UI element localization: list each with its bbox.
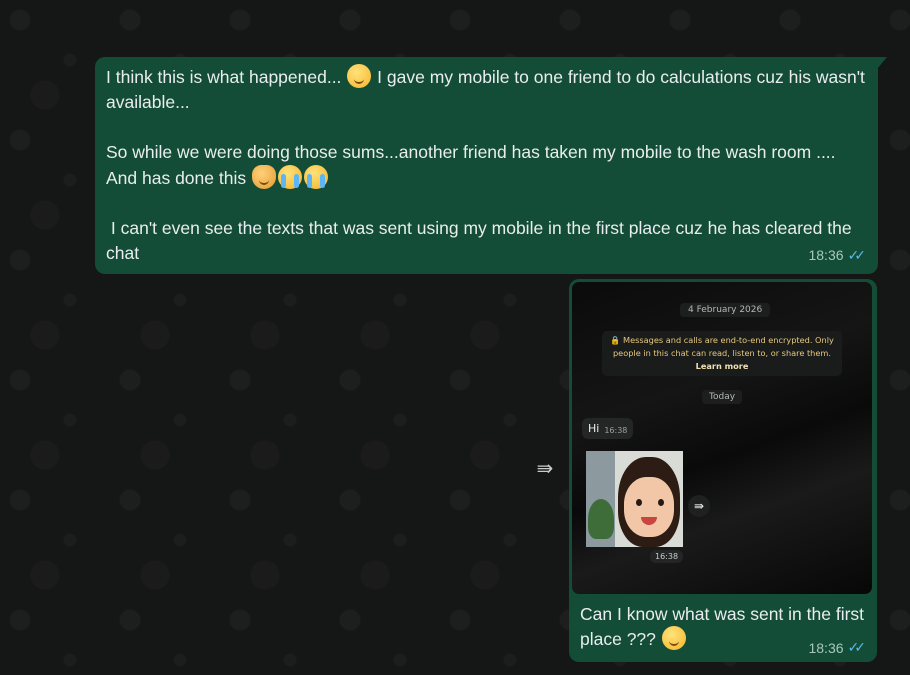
double-check-read-icon: ✓✓: [847, 639, 867, 655]
screaming-cat-emoji-icon: [251, 165, 276, 189]
message-paragraph: I think this is what happened... I gave …: [106, 64, 868, 115]
message-time: 18:36: [808, 247, 844, 263]
inner-message-bubble: Hi 16:38: [582, 418, 634, 439]
today-chip: Today: [702, 390, 743, 404]
crying-face-emoji-icon: [303, 165, 328, 189]
double-check-read-icon: ✓✓: [847, 247, 867, 263]
encryption-notice-text: Messages and calls are end-to-end encryp…: [612, 335, 834, 358]
smiling-tear-emoji-icon: [661, 626, 686, 650]
message-spacer: [106, 191, 868, 216]
face-emoji-icon: [347, 64, 372, 88]
inner-message-time: 16:38: [604, 426, 628, 435]
outgoing-image-message-bubble[interactable]: 4 February 2026 🔒 Messages and calls are…: [569, 279, 877, 662]
forward-icon[interactable]: ⇛: [530, 453, 560, 483]
message-meta: 18:36 ✓✓: [808, 639, 866, 656]
inner-photo-time: 16:38: [650, 550, 684, 563]
inner-message-text: Hi: [588, 422, 600, 435]
message-time: 18:36: [808, 639, 844, 656]
message-paragraph: So while we were doing those sums...anot…: [106, 142, 840, 189]
inner-photo: [586, 451, 683, 547]
lock-icon: 🔒: [610, 335, 621, 345]
message-meta: 18:36 ✓✓: [808, 243, 866, 268]
message-paragraph: I can't even see the texts that was sent…: [106, 218, 857, 263]
inner-forward-icon: ⇛: [688, 495, 710, 517]
outgoing-message-bubble[interactable]: I think this is what happened... I gave …: [95, 57, 887, 274]
crying-face-emoji-icon: [277, 165, 302, 189]
message-spacer: [106, 115, 868, 140]
screenshot-image[interactable]: 4 February 2026 🔒 Messages and calls are…: [572, 282, 872, 594]
bubble-tail: [877, 57, 887, 69]
learn-more-link: Learn more: [695, 361, 749, 371]
date-chip: 4 February 2026: [680, 303, 771, 317]
encryption-notice: 🔒 Messages and calls are end-to-end encr…: [602, 331, 842, 376]
